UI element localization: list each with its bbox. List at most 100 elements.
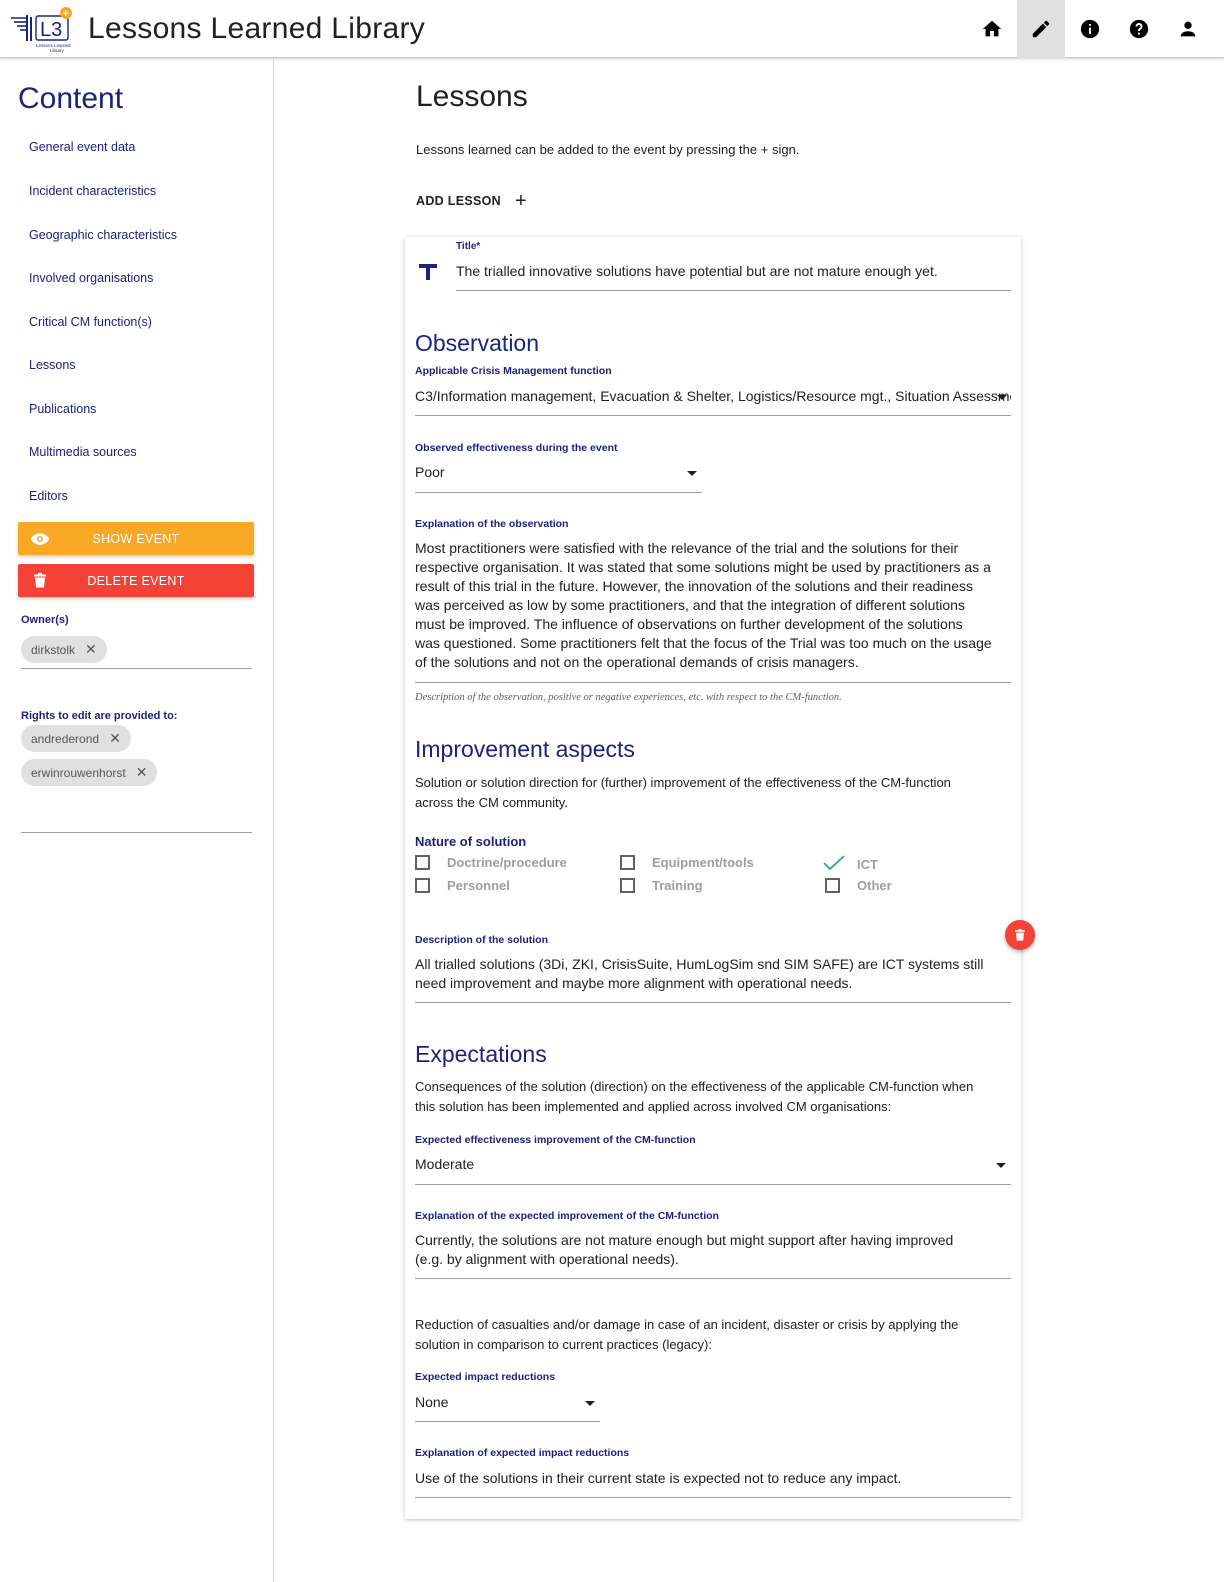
checkbox-equipment-tools[interactable]: Equipment/tools — [620, 855, 754, 870]
checkbox-icon — [415, 878, 430, 893]
checkbox-personnel[interactable]: Personnel — [415, 878, 510, 893]
checkbox-ict[interactable]: ICT — [823, 855, 878, 874]
text-line: need improvement and maybe more alignmen… — [415, 975, 853, 991]
chevron-down-icon — [585, 1401, 595, 1406]
help-button[interactable] — [1115, 0, 1163, 58]
sidebar-link-geographic-characteristics[interactable]: Geographic characteristics — [29, 228, 177, 242]
svg-text:+: + — [63, 8, 69, 20]
impact-reductions-label: Expected impact reductions — [415, 1371, 556, 1383]
editor-chip: andrederond ✕ — [21, 725, 131, 752]
observation-explanation-label: Explanation of the observation — [415, 518, 569, 530]
text-line: result of this trial in the future. Howe… — [415, 578, 973, 594]
editor-chip: erwinrouwenhorst ✕ — [21, 759, 158, 786]
cm-function-label: Applicable Crisis Management function — [415, 365, 612, 377]
plus-icon: + — [514, 190, 527, 212]
lessons-intro: Lessons learned can be added to the even… — [416, 142, 800, 157]
text-line: Most practitioners were satisfied with t… — [415, 540, 959, 556]
account-icon — [1180, 21, 1196, 37]
checkbox-icon — [415, 855, 430, 870]
checkbox-label: Equipment/tools — [652, 855, 754, 870]
delete-lesson-button[interactable] — [1005, 920, 1035, 950]
checkbox-label: Other — [857, 878, 892, 893]
info-button[interactable] — [1066, 0, 1114, 58]
text-line: All trialled solutions (3Di, ZKI, Crisis… — [415, 956, 984, 972]
eye-icon — [18, 532, 62, 546]
checkbox-icon — [825, 878, 840, 893]
title-input[interactable]: The trialled innovative solutions have p… — [456, 262, 1011, 281]
svg-text:Library: Library — [50, 48, 65, 53]
text-line: Reduction of casualties and/or damage in… — [415, 1317, 959, 1332]
expectations-description: Consequences of the solution (direction)… — [415, 1077, 1015, 1117]
trash-icon — [18, 573, 62, 588]
owners-label: Owner(s) — [21, 614, 69, 626]
remove-chip-icon[interactable]: ✕ — [109, 730, 121, 747]
sidebar-link-publications[interactable]: Publications — [29, 402, 96, 416]
improvement-description: Solution or solution direction for (furt… — [415, 773, 1015, 813]
page-title: Lessons — [416, 80, 528, 113]
expected-improvement-explanation-label: Explanation of the expected improvement … — [415, 1210, 719, 1222]
home-icon — [982, 20, 1002, 37]
checkbox-label: ICT — [857, 857, 878, 872]
account-button[interactable] — [1164, 0, 1212, 58]
checkbox-label: Personnel — [447, 878, 510, 893]
trash-icon — [1015, 929, 1025, 941]
impact-reductions-select[interactable]: None — [415, 1393, 600, 1412]
sidebar-link-editors[interactable]: Editors — [29, 489, 68, 503]
app-title: Lessons Learned Library — [88, 12, 426, 45]
remove-chip-icon[interactable]: ✕ — [85, 641, 97, 658]
checkbox-other[interactable]: Other — [825, 878, 892, 893]
sidebar-link-critical-cm-functions[interactable]: Critical CM function(s) — [29, 315, 152, 329]
text-line: solution in comparison to current practi… — [415, 1337, 712, 1352]
sidebar-link-incident-characteristics[interactable]: Incident characteristics — [29, 184, 156, 198]
checkbox-icon — [620, 878, 635, 893]
title-underline — [456, 290, 1011, 291]
lesson-card: Title* The trialled innovative solutions… — [405, 237, 1021, 1519]
expectations-heading: Expectations — [415, 1041, 547, 1067]
text-line: of the solutions and not on the operatio… — [415, 654, 859, 670]
solution-description-textarea[interactable]: All trialled solutions (3Di, ZKI, Crisis… — [415, 955, 1015, 993]
expected-improvement-explanation-textarea[interactable]: Currently, the solutions are not mature … — [415, 1231, 1015, 1269]
text-title-icon — [417, 261, 439, 288]
home-button[interactable] — [968, 0, 1016, 58]
effectiveness-label: Observed effectiveness during the event — [415, 442, 618, 454]
text-line: must be improved. The influence of obser… — [415, 616, 963, 632]
chip-label: dirkstolk — [31, 642, 76, 657]
text-line: was questioned. Some practitioners felt … — [415, 635, 992, 651]
sidebar-heading: Content — [18, 82, 124, 115]
edit-button[interactable] — [1017, 0, 1065, 58]
solution-description-label: Description of the solution — [415, 934, 548, 946]
chevron-down-icon — [687, 471, 697, 476]
checkmark-icon — [823, 855, 845, 874]
sidebar-link-multimedia-sources[interactable]: Multimedia sources — [29, 445, 137, 459]
observation-explanation-underline — [415, 682, 1011, 683]
app-logo[interactable]: L3 + Lessons Learned Library — [8, 4, 74, 54]
remove-chip-icon[interactable]: ✕ — [136, 764, 148, 781]
expected-improvement-underline — [415, 1184, 1011, 1185]
expected-improvement-select[interactable]: Moderate — [415, 1155, 1011, 1174]
expected-improvement-label: Expected effectiveness improvement of th… — [415, 1134, 696, 1146]
text-line: Solution or solution direction for (furt… — [415, 775, 951, 790]
observation-hint: Description of the observation, positive… — [415, 692, 842, 703]
sidebar-link-lessons[interactable]: Lessons — [29, 358, 76, 372]
effectiveness-select[interactable]: Poor — [415, 463, 702, 482]
solution-description-underline — [415, 1002, 1011, 1003]
sidebar-link-general-event-data[interactable]: General event data — [29, 140, 135, 154]
expected-improvement-explanation-underline — [415, 1278, 1011, 1279]
observation-explanation-textarea[interactable]: Most practitioners were satisfied with t… — [415, 539, 1015, 672]
show-event-button[interactable]: SHOW EVENT — [18, 522, 254, 555]
impact-explanation-input[interactable]: Use of the solutions in their current st… — [415, 1469, 1011, 1488]
text-line: was perceived as low by some practitione… — [415, 597, 965, 613]
checkbox-label: Training — [652, 878, 703, 893]
delete-event-button[interactable]: DELETE EVENT — [18, 564, 254, 597]
effectiveness-underline — [415, 492, 702, 493]
add-lesson-button[interactable]: ADD LESSON + — [416, 190, 527, 212]
info-icon — [1080, 19, 1100, 39]
impact-reductions-underline — [415, 1421, 600, 1422]
cm-function-select[interactable]: C3/Information management, Evacuation & … — [415, 387, 1011, 406]
cm-function-underline — [415, 415, 1011, 416]
sidebar-link-involved-organisations[interactable]: Involved organisations — [29, 271, 153, 285]
owners-field-underline — [21, 668, 252, 669]
checkbox-training[interactable]: Training — [620, 878, 703, 893]
reduction-description: Reduction of casualties and/or damage in… — [415, 1315, 1015, 1355]
checkbox-doctrine-procedure[interactable]: Doctrine/procedure — [415, 855, 567, 870]
